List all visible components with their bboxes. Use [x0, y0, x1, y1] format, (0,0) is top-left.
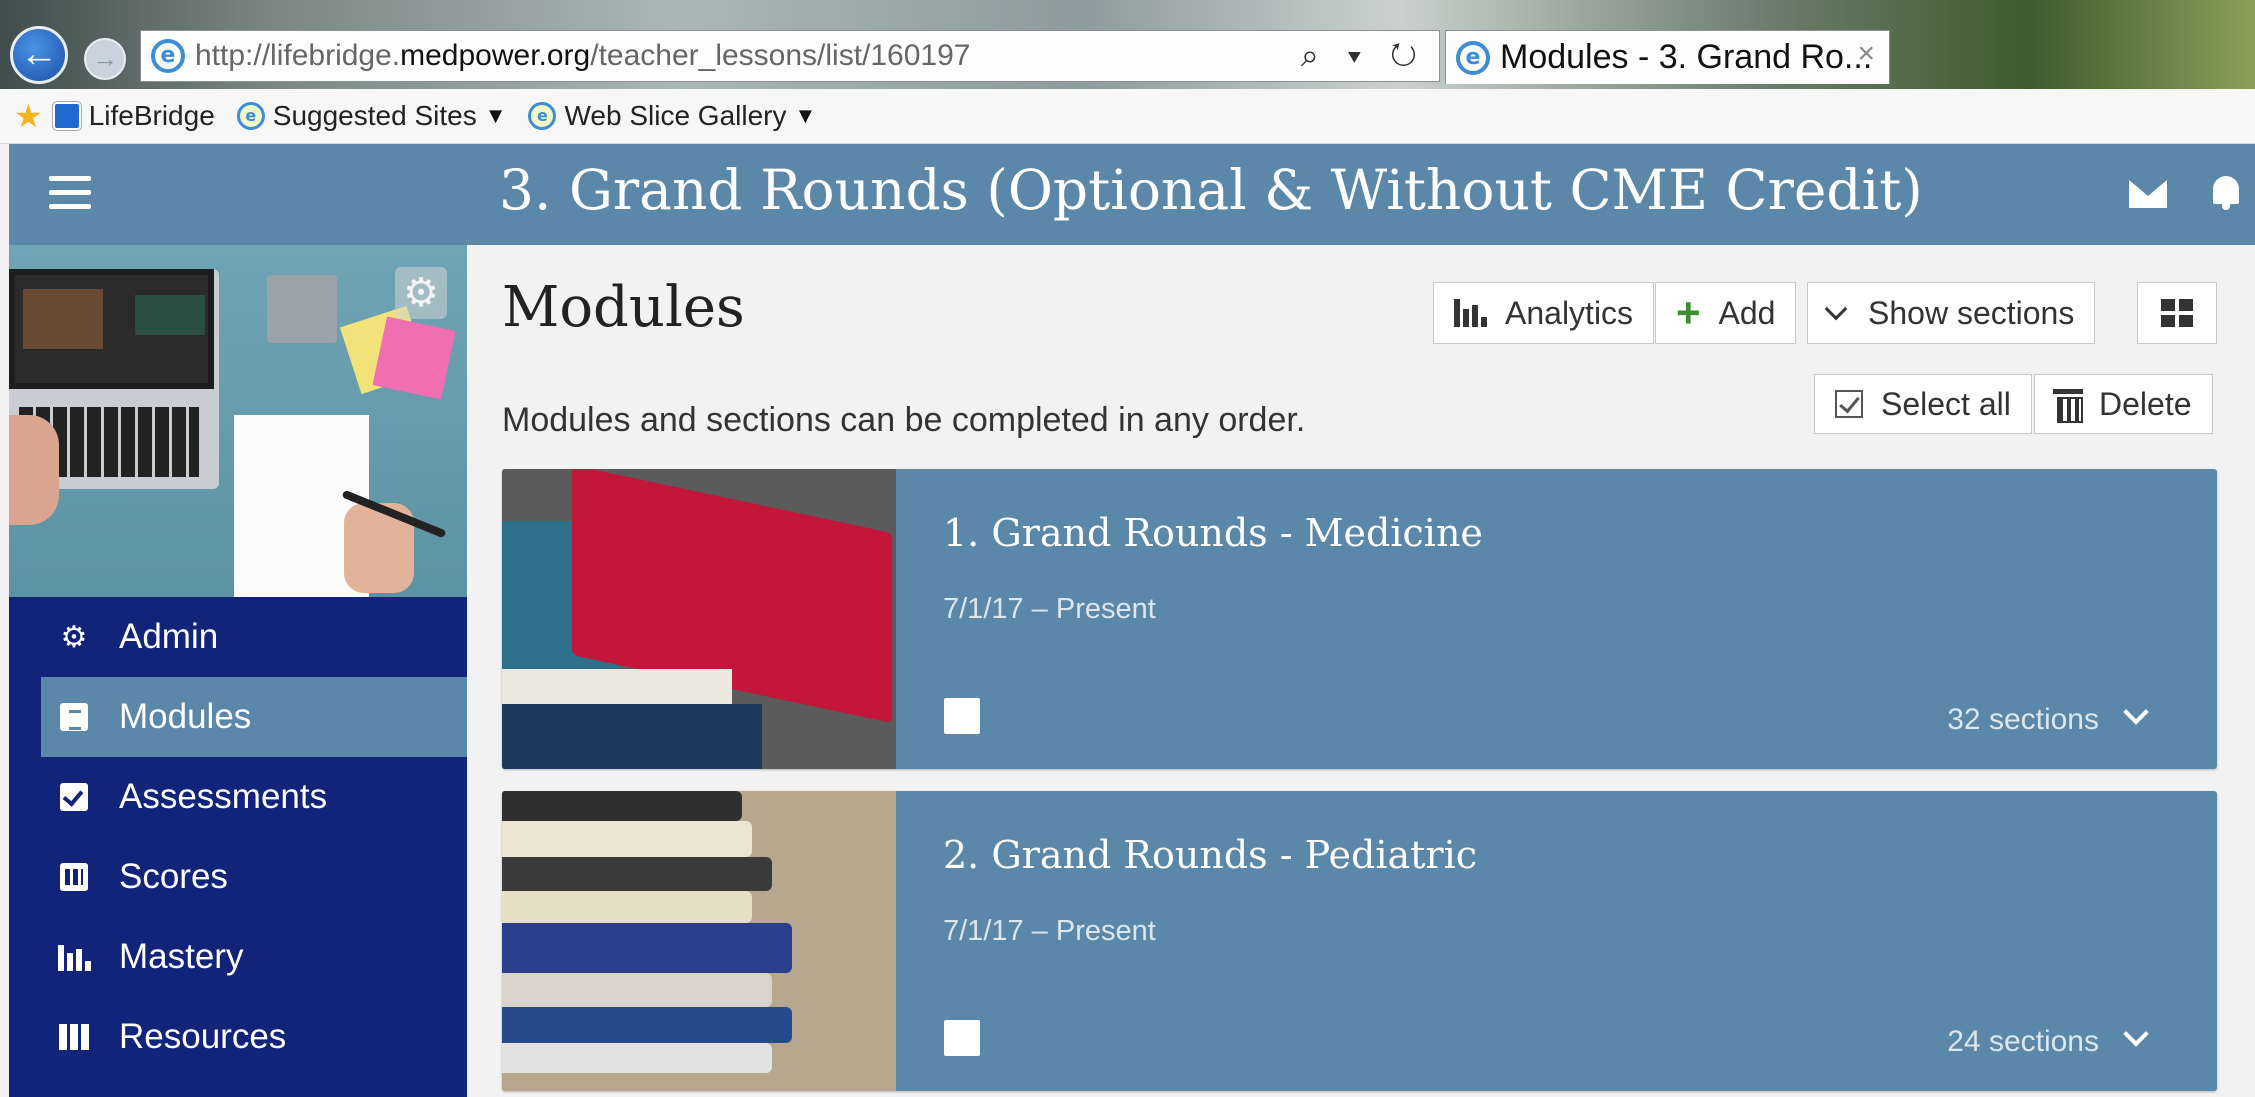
- module-thumbnail: [502, 791, 896, 1091]
- sidebar-nav: ⚙ Admin Modules Assessments Scores Maste…: [9, 597, 467, 1077]
- ie-logo-icon: e: [151, 39, 185, 73]
- analytics-button[interactable]: Analytics: [1433, 282, 1655, 344]
- sidebar: ⚙ ⚙ Admin Modules Assessments Scores Mas…: [9, 245, 467, 1097]
- course-title: 3. Grand Rounds (Optional & Without CME …: [499, 158, 1923, 222]
- url-host: medpower.org: [400, 39, 591, 72]
- trash-icon: [2053, 389, 2083, 423]
- lifebridge-icon: [51, 101, 82, 131]
- tab-ie-icon: e: [1456, 40, 1490, 75]
- delete-label: Delete: [2099, 385, 2192, 422]
- favorites-bar: ★ LifeBridge e Suggested Sites ▼ e Web S…: [0, 89, 2255, 144]
- show-sections-button[interactable]: Show sections: [1807, 282, 2096, 344]
- favorites-star-icon[interactable]: ★: [14, 97, 43, 135]
- bell-icon[interactable]: [2211, 174, 2241, 212]
- plus-icon: +: [1676, 289, 1701, 336]
- add-label: Add: [1718, 294, 1776, 331]
- sidebar-item-modules[interactable]: Modules: [41, 677, 467, 757]
- module-section-count: 32 sections: [1947, 703, 2099, 736]
- module-dates: 7/1/17 – Present: [943, 915, 1156, 947]
- sidebar-item-admin[interactable]: ⚙ Admin: [9, 597, 467, 677]
- sidebar-item-mastery[interactable]: Mastery: [9, 917, 467, 997]
- page-subtitle: Modules and sections can be completed in…: [502, 401, 1306, 439]
- pencil-cup-graphic: [267, 275, 337, 343]
- analytics-label: Analytics: [1505, 294, 1634, 331]
- sidebar-item-label: Scores: [119, 857, 228, 896]
- hamburger-menu-icon[interactable]: [49, 176, 91, 212]
- back-button[interactable]: ←: [10, 26, 68, 84]
- sidebar-item-label: Assessments: [119, 777, 328, 816]
- book-icon: [59, 702, 89, 732]
- select-all-label: Select all: [1881, 385, 2011, 422]
- chevron-down-icon[interactable]: [2123, 1021, 2149, 1047]
- gear-icon[interactable]: ⚙: [395, 267, 447, 319]
- module-card-body: 2. Grand Rounds - Pediatric 7/1/17 – Pre…: [896, 791, 2217, 1091]
- chevron-down-icon: [1824, 297, 1850, 321]
- grid-view-button[interactable]: [2137, 282, 2217, 344]
- select-all-button[interactable]: Select all: [1814, 374, 2032, 434]
- dropdown-caret-icon: ▼: [484, 103, 507, 128]
- module-card[interactable]: 1. Grand Rounds - Medicine 7/1/17 – Pres…: [502, 469, 2217, 769]
- delete-button[interactable]: Delete: [2034, 374, 2213, 434]
- url-path: /teacher_lessons/list/160197: [590, 39, 971, 72]
- main-content: Modules Analytics + Add Show sections Se…: [467, 245, 2255, 1097]
- module-select-checkbox[interactable]: [944, 698, 980, 734]
- module-title[interactable]: 2. Grand Rounds - Pediatric: [943, 833, 1477, 877]
- page-title: Modules: [502, 275, 745, 340]
- app-root: ← → e http://lifebridge. medpower.org/tea…: [0, 0, 2255, 1097]
- mail-icon[interactable]: [2129, 180, 2167, 208]
- show-sections-label: Show sections: [1868, 294, 2075, 331]
- sidebar-item-label: Resources: [119, 1017, 287, 1056]
- checkbox-icon: [1835, 390, 1863, 418]
- module-select-checkbox[interactable]: [944, 1020, 980, 1056]
- checkbox-icon: [59, 782, 89, 812]
- favorite-web-slice-gallery[interactable]: e Web Slice Gallery ▼: [528, 100, 816, 132]
- chevron-down-icon[interactable]: [2123, 699, 2149, 725]
- ie-page-icon: e: [236, 102, 265, 130]
- module-thumbnail: [502, 469, 896, 769]
- module-section-count: 24 sections: [1947, 1025, 2099, 1058]
- favorite-suggested-sites[interactable]: e Suggested Sites ▼: [236, 100, 507, 132]
- sidebar-item-assessments[interactable]: Assessments: [9, 757, 467, 837]
- search-refresh-icons[interactable]: ⌕ ▾ ↻: [1301, 37, 1427, 75]
- bar-chart-icon: [57, 942, 91, 972]
- favorite-label: Web Slice Gallery: [564, 100, 787, 131]
- favorite-label: Suggested Sites: [272, 100, 477, 131]
- favorite-lifebridge[interactable]: LifeBridge: [51, 100, 215, 132]
- address-bar[interactable]: e http://lifebridge. medpower.org/teacher…: [140, 30, 1440, 82]
- module-title[interactable]: 1. Grand Rounds - Medicine: [943, 511, 1483, 555]
- dropdown-caret-icon: ▼: [794, 103, 817, 128]
- sidebar-item-label: Admin: [119, 617, 219, 656]
- ie-page-icon: e: [528, 102, 557, 130]
- sidebar-item-label: Mastery: [119, 937, 244, 976]
- module-dates: 7/1/17 – Present: [943, 593, 1156, 625]
- bar-chart-icon: [1454, 299, 1487, 327]
- sidebar-item-scores[interactable]: Scores: [9, 837, 467, 917]
- gradebook-icon: [59, 862, 89, 892]
- sidebar-item-resources[interactable]: Resources: [9, 997, 467, 1077]
- add-button[interactable]: + Add: [1655, 282, 1797, 344]
- gear-icon: ⚙: [60, 620, 88, 654]
- browser-tab[interactable]: e Modules - 3. Grand Ro... ×: [1445, 30, 1890, 84]
- module-card[interactable]: 2. Grand Rounds - Pediatric 7/1/17 – Pre…: [502, 791, 2217, 1091]
- sticky-note-graphic: [372, 316, 456, 400]
- browser-toolbar: ← → e http://lifebridge. medpower.org/tea…: [0, 0, 2255, 89]
- module-card-body: 1. Grand Rounds - Medicine 7/1/17 – Pres…: [896, 469, 2217, 769]
- tab-title: Modules - 3. Grand Ro...: [1500, 38, 1873, 76]
- app-header: 3. Grand Rounds (Optional & Without CME …: [9, 144, 2255, 245]
- course-banner-image: ⚙: [9, 245, 467, 597]
- url-prefix: http://lifebridge.: [195, 39, 401, 72]
- hand-graphic: [9, 415, 59, 525]
- grid-view-icon: [2161, 299, 2193, 327]
- resources-icon: [59, 1022, 89, 1052]
- favorite-label: LifeBridge: [88, 100, 215, 131]
- sidebar-item-label: Modules: [119, 697, 252, 736]
- forward-button[interactable]: →: [84, 38, 126, 80]
- tab-close-icon[interactable]: ×: [1857, 37, 1875, 71]
